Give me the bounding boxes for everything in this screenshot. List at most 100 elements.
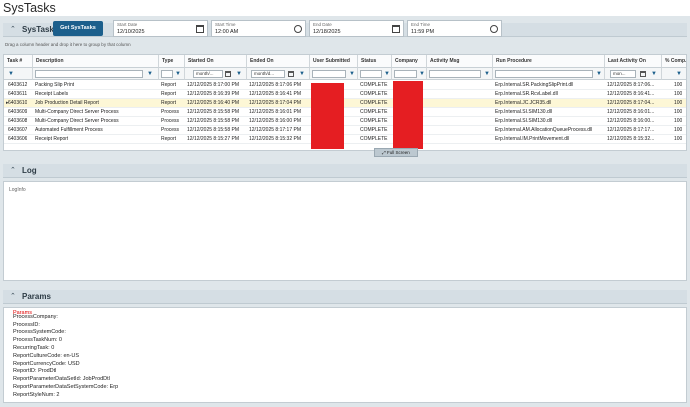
description-cell: Automated Fulfillment Process (35, 127, 103, 133)
log-text-area[interactable] (3, 181, 687, 281)
systask-panel-title: SysTask (22, 25, 54, 34)
filter-cell-run-procedure: ▼ (493, 68, 605, 80)
table-row[interactable]: 6403606 Receipt Report Report 12/12/2025… (4, 135, 686, 144)
calendar-icon[interactable] (225, 71, 231, 77)
filter-icon[interactable]: ▼ (236, 71, 242, 77)
log-info-label: LogInfo (9, 187, 26, 193)
filter-cell-type: ▼ (159, 68, 185, 80)
filter-icon[interactable]: ▼ (147, 71, 153, 77)
ended-on-cell: 12/12/2025 8:16:41 PM (249, 91, 301, 97)
started-on-cell: 12/12/2025 8:15:58 PM (187, 127, 239, 133)
type-filter-input[interactable] (161, 70, 173, 78)
type-cell: Process (161, 109, 180, 115)
params-line: ReportCultureCode: en-US (13, 352, 80, 359)
calendar-icon[interactable] (196, 25, 204, 33)
clock-icon[interactable] (490, 25, 498, 33)
ended-on-filter-input[interactable]: month/d... (251, 70, 285, 78)
filter-icon[interactable]: ▼ (596, 71, 602, 77)
column-header-pct-complete[interactable]: % Comp. (662, 55, 686, 68)
start-time-label: Start Time (215, 22, 236, 27)
last-activity-cell: 12/12/2025 8:16:00... (607, 118, 655, 124)
start-date-field[interactable]: Start Date 12/10/2025 (113, 20, 208, 37)
filter-icon[interactable]: ▼ (676, 71, 682, 77)
end-time-field[interactable]: End Time 11:59 PM (407, 20, 502, 37)
filter-icon[interactable]: ▼ (651, 71, 657, 77)
column-header-ended-on[interactable]: Ended On (247, 55, 310, 68)
filter-cell-ended-on: month/d... ▼ (247, 68, 310, 80)
start-time-field[interactable]: Start Time 12:00 AM (211, 20, 306, 37)
params-line: ReportStyleNum: 2 (13, 391, 60, 398)
end-date-label: End Date (313, 22, 332, 27)
table-row[interactable]: 6403609 Multi-Company Direct Server Proc… (4, 108, 686, 117)
clock-icon[interactable] (294, 25, 302, 33)
get-systasks-button[interactable]: Get SysTasks (53, 21, 103, 36)
activity-msg-filter-input[interactable] (429, 70, 481, 78)
full-screen-button[interactable]: ⤢ Full Screen (374, 148, 418, 157)
run-procedure-filter-input[interactable] (495, 70, 593, 78)
filter-icon[interactable]: ▼ (384, 71, 390, 77)
column-header-activity-msg[interactable]: Activity Msg (427, 55, 493, 68)
calendar-icon[interactable] (640, 71, 646, 77)
run-procedure-cell: Erp.Internal.SR.PackingSlipPrint.dll (495, 82, 574, 88)
company-filter-input[interactable] (394, 70, 417, 78)
last-activity-filter-input[interactable]: mon... (610, 70, 636, 78)
started-on-filter-input[interactable]: month/... (193, 70, 223, 78)
chevron-up-icon[interactable]: ⌃ (10, 167, 16, 175)
params-line: RecurringTask: 0 (13, 344, 55, 351)
table-row-selected[interactable]: ▸ 6403610 Job Production Detail Report R… (4, 99, 686, 108)
filter-icon[interactable]: ▼ (484, 71, 490, 77)
column-header-run-procedure[interactable]: Run Procedure (493, 55, 605, 68)
table-row[interactable]: 6403612 Packing Slip Print Report 12/12/… (4, 81, 686, 90)
params-panel-title: Params (22, 292, 51, 301)
log-panel-header[interactable]: ⌃ Log (3, 164, 687, 178)
table-row[interactable]: 6403607 Automated Fulfillment Process Pr… (4, 126, 686, 135)
filter-cell-user-submitted: ▼ (310, 68, 358, 80)
redacted-user-submitted (311, 83, 344, 149)
last-activity-cell: 12/12/2025 8:17:17... (607, 127, 655, 133)
params-line: ReportParameterDataSetSystemCode: Erp (13, 383, 119, 390)
started-on-cell: 12/12/2025 8:15:27 PM (187, 136, 239, 142)
type-cell: Process (161, 127, 180, 133)
filter-icon[interactable]: ▼ (175, 71, 181, 77)
chevron-up-icon[interactable]: ⌃ (10, 293, 16, 301)
calendar-icon[interactable] (392, 25, 400, 33)
pct-complete-cell: 100 (674, 127, 683, 133)
filter-icon[interactable]: ▼ (419, 71, 425, 77)
params-panel-header[interactable]: ⌃ Params (3, 290, 687, 304)
task-num-cell: 6403610 (8, 100, 28, 106)
end-date-field[interactable]: End Date 12/18/2025 (309, 20, 404, 37)
user-submitted-filter-input[interactable] (312, 70, 346, 78)
calendar-icon[interactable] (288, 71, 294, 77)
filter-icon[interactable]: ▼ (8, 71, 14, 77)
column-header-started-on[interactable]: Started On (185, 55, 247, 68)
filter-cell-task-num: ▼ (4, 68, 33, 80)
ended-on-cell: 12/12/2025 8:16:01 PM (249, 109, 301, 115)
type-cell: Report (161, 100, 177, 106)
last-activity-cell: 12/12/2025 8:16:41... (607, 91, 655, 97)
status-cell: COMPLETE (360, 118, 388, 124)
filter-icon[interactable]: ▼ (299, 71, 305, 77)
column-header-task-num[interactable]: Task # (4, 55, 33, 68)
filter-icon[interactable]: ▼ (349, 71, 355, 77)
run-procedure-cell: Erp.Internal.AM.AllocationQueueProcess.d… (495, 127, 593, 133)
status-filter-input[interactable] (360, 70, 382, 78)
column-header-user-submitted[interactable]: User Submitted (310, 55, 358, 68)
status-cell: COMPLETE (360, 100, 388, 106)
last-activity-cell: 12/12/2025 8:17:06... (607, 82, 655, 88)
column-header-last-activity-on[interactable]: Last Activity On (605, 55, 662, 68)
column-header-status[interactable]: Status (358, 55, 392, 68)
description-cell: Receipt Report (35, 136, 69, 142)
description-filter-input[interactable] (35, 70, 143, 78)
chevron-up-icon[interactable]: ⌃ (10, 26, 16, 34)
redacted-company (393, 81, 423, 149)
table-row[interactable]: 6403608 Multi-Company Direct Server Proc… (4, 117, 686, 126)
column-header-company[interactable]: Company (392, 55, 427, 68)
params-line: ReportParameterDataSetId: JobProdDtl (13, 376, 110, 383)
task-num-cell: 6403612 (8, 82, 28, 88)
column-header-description[interactable]: Description (33, 55, 159, 68)
params-line: ReportCurrencyCode: USD (13, 360, 80, 367)
table-row[interactable]: 6403611 Receipt Labels Report 12/12/2025… (4, 90, 686, 99)
column-header-type[interactable]: Type (159, 55, 185, 68)
type-cell: Process (161, 118, 180, 124)
status-cell: COMPLETE (360, 136, 388, 142)
